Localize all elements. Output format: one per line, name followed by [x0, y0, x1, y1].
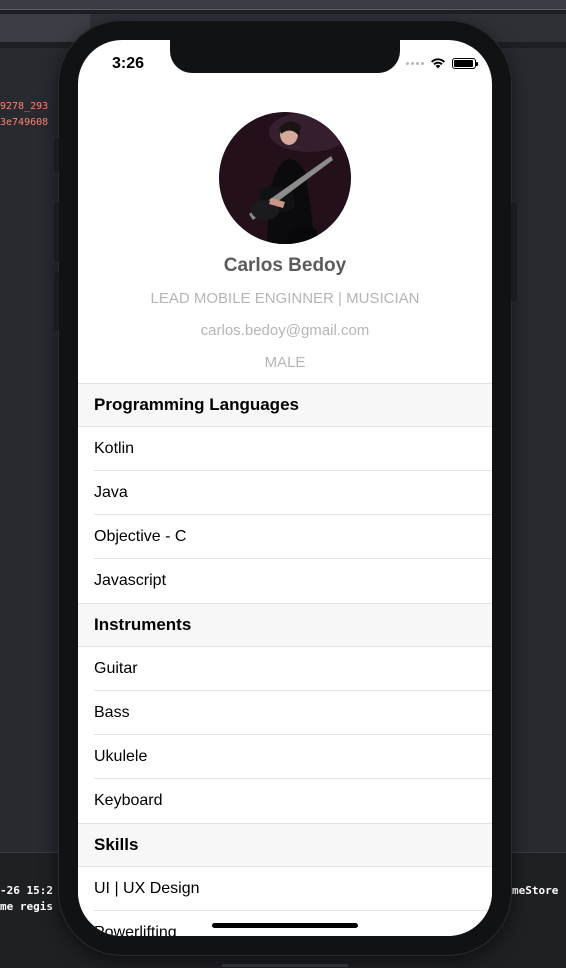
list-item[interactable]: Objective - C	[78, 515, 492, 559]
profile-name: Carlos Bedoy	[223, 255, 347, 276]
avatar-photo	[219, 112, 351, 244]
status-time: 3:26	[112, 55, 145, 72]
list-item[interactable]: UI | UX Design	[78, 867, 492, 911]
console-line: me regis	[0, 900, 53, 913]
volume-up-button	[54, 202, 59, 262]
ide-top-bar	[0, 0, 566, 10]
power-button	[511, 202, 517, 302]
console-text: -26 15:2 me regis	[0, 883, 53, 915]
list-item[interactable]: Ukulele	[78, 735, 492, 779]
code-line: 9278_293	[0, 101, 49, 112]
code-line: 3e749608	[0, 117, 49, 128]
volume-down-button	[54, 271, 59, 331]
section-header-skills: Skills	[78, 823, 492, 867]
ide-code-snippet: 9278_293 3e749608	[0, 99, 48, 131]
volume-up-button	[54, 138, 59, 172]
section-header-instruments: Instruments	[78, 603, 492, 647]
wifi-icon	[430, 57, 446, 69]
notch	[170, 40, 400, 73]
profile-gender: MALE	[264, 354, 306, 371]
profile-sections-list[interactable]: Programming Languages Kotlin Java Object…	[78, 383, 492, 936]
section-header-programming-languages: Programming Languages	[78, 383, 492, 427]
console-text-right: meStore	[512, 883, 558, 899]
console-line: -26 15:2	[0, 884, 53, 897]
profile-email: carlos.bedoy@gmail.com	[200, 322, 370, 339]
list-item[interactable]: Kotlin	[78, 427, 492, 471]
list-item[interactable]: Java	[78, 471, 492, 515]
battery-icon	[452, 57, 478, 69]
list-item[interactable]: Bass	[78, 691, 492, 735]
list-item[interactable]: Keyboard	[78, 779, 492, 823]
home-indicator[interactable]	[212, 923, 358, 928]
list-item[interactable]: Guitar	[78, 647, 492, 691]
profile-title: LEAD MOBILE ENGINNER | MUSICIAN	[150, 290, 420, 307]
phone-screen: 3:26 Carlos Bedoy LEAD MOBILE ENGINNER |	[78, 40, 492, 936]
status-icons	[406, 57, 478, 69]
list-item[interactable]: Javascript	[78, 559, 492, 603]
avatar	[219, 112, 351, 244]
console-line: meStore	[512, 884, 559, 897]
signal-icon	[406, 61, 424, 65]
